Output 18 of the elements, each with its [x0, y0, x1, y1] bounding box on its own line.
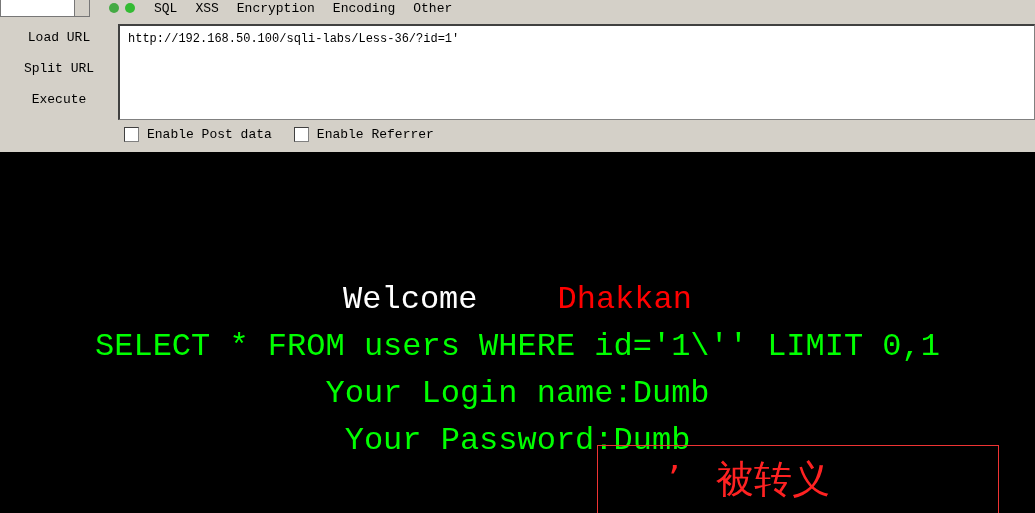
login-name-text: Your Login name:Dumb [325, 374, 710, 414]
checkbox[interactable] [124, 127, 139, 142]
checkbox[interactable] [293, 127, 309, 142]
checkbox-label[interactable]: Enable Referrer [316, 127, 434, 142]
menu-item[interactable]: XSS [195, 0, 219, 16]
url-field[interactable]: http://192.168.50.100/sqli-labs/Less-36/?id=1' [118, 24, 1035, 120]
menu-item[interactable]: Encryption [236, 0, 315, 16]
action-button[interactable]: Load URL [23, 28, 95, 47]
action-button[interactable]: Execute [27, 90, 91, 109]
sql-query-text: SELECT * FROM users WHERE id='1\'' LIMIT 0,1 [95, 327, 940, 367]
menu-item[interactable]: Encoding [332, 0, 396, 16]
user-name-text: Dhakkan [557, 280, 692, 320]
dropdown-field[interactable] [0, 0, 90, 17]
menu-item[interactable]: SQL [154, 0, 178, 16]
checkbox-label[interactable]: Enable Post data [147, 127, 272, 142]
menu-item[interactable]: Other [413, 0, 453, 16]
action-button[interactable]: Split URL [19, 59, 99, 78]
welcome-text: Welcome [343, 280, 478, 320]
